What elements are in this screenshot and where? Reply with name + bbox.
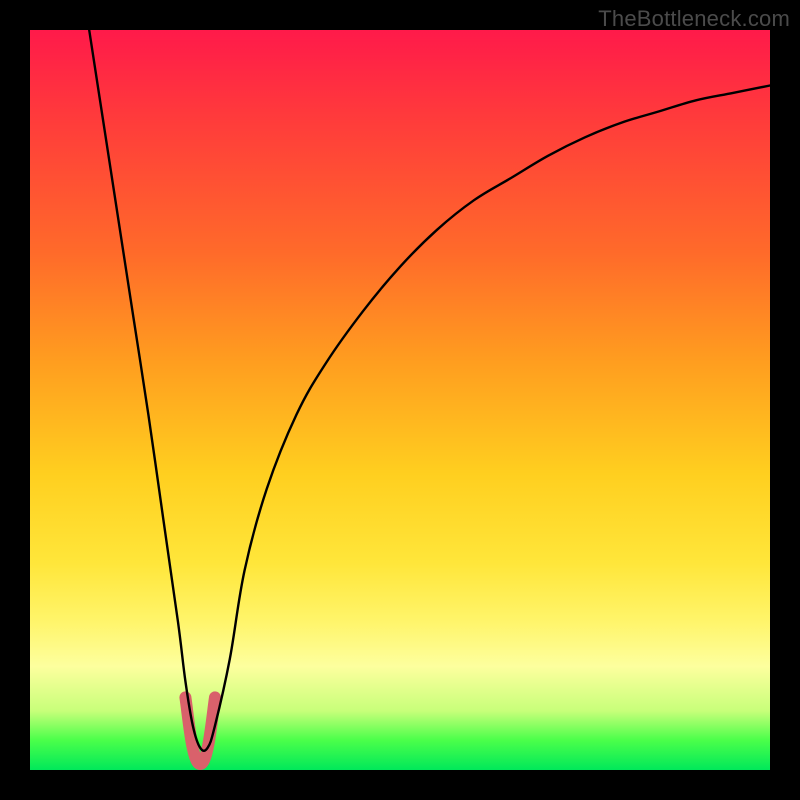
bottleneck-curve [89, 30, 770, 751]
chart-frame: TheBottleneck.com [0, 0, 800, 800]
watermark-text: TheBottleneck.com [598, 6, 790, 32]
plot-area [30, 30, 770, 770]
curve-svg [30, 30, 770, 770]
